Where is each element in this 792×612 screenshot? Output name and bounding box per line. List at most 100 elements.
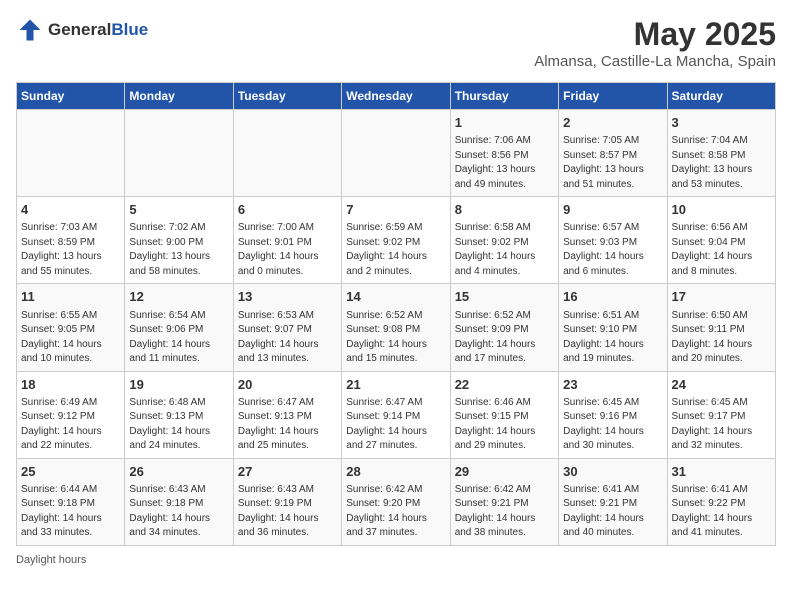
header-cell-monday: Monday xyxy=(125,83,233,110)
logo-general: General xyxy=(48,20,111,39)
day-number: 12 xyxy=(129,288,228,306)
day-number: 14 xyxy=(346,288,445,306)
day-cell: 1Sunrise: 7:06 AM Sunset: 8:56 PM Daylig… xyxy=(450,110,558,197)
header-cell-tuesday: Tuesday xyxy=(233,83,341,110)
header-cell-wednesday: Wednesday xyxy=(342,83,450,110)
day-number: 3 xyxy=(672,114,771,132)
day-info: Sunrise: 7:03 AM Sunset: 8:59 PM Dayligh… xyxy=(21,221,120,279)
week-row-3: 11 Sunrise: 6:55 AM Sunset: 9:05 PM Dayli… xyxy=(17,284,776,371)
day-info: Sunrise: 7:00 AM Sunset: 9:01 PM Dayligh… xyxy=(238,221,337,279)
day-cell xyxy=(342,110,450,197)
day-number: 11 xyxy=(21,288,120,306)
day-cell xyxy=(125,110,233,197)
day-cell: 17Sunrise: 6:50 AM Sunset: 9:11 PM Dayli… xyxy=(667,284,775,371)
day-info: Sunrise: 6:54 AM Sunset: 9:06 PM Dayligh… xyxy=(129,309,228,367)
day-cell: 2 Sunrise: 7:05 AM Sunset: 8:57 PM Daylig… xyxy=(559,110,667,197)
day-number: 27 xyxy=(238,463,337,481)
day-number: 31 xyxy=(672,463,771,481)
header-cell-sunday: Sunday xyxy=(17,83,125,110)
header-cell-friday: Friday xyxy=(559,83,667,110)
day-info: Sunrise: 7:06 AM Sunset: 8:56 PM Dayligh… xyxy=(455,134,554,192)
day-info: Sunrise: 6:53 AM Sunset: 9:07 PM Dayligh… xyxy=(238,309,337,367)
day-info: Sunrise: 6:59 AM Sunset: 9:02 PM Dayligh… xyxy=(346,221,445,279)
calendar-header: SundayMondayTuesdayWednesdayThursdayFrid… xyxy=(17,83,776,110)
day-cell: 21 Sunrise: 6:47 AM Sunset: 9:14 PM Dayli… xyxy=(342,371,450,458)
day-info: Sunrise: 6:56 AM Sunset: 9:04 PM Dayligh… xyxy=(672,221,771,279)
header-cell-saturday: Saturday xyxy=(667,83,775,110)
day-cell: 14 Sunrise: 6:52 AM Sunset: 9:08 PM Dayli… xyxy=(342,284,450,371)
calendar-table: SundayMondayTuesdayWednesdayThursdayFrid… xyxy=(16,82,776,546)
week-row-2: 4 Sunrise: 7:03 AM Sunset: 8:59 PM Daylig… xyxy=(17,197,776,284)
day-cell: 27 Sunrise: 6:43 AM Sunset: 9:19 PM Dayli… xyxy=(233,458,341,545)
day-number: 17 xyxy=(672,288,771,306)
day-info: Sunrise: 6:47 AM Sunset: 9:14 PM Dayligh… xyxy=(346,396,445,454)
logo: GeneralBlue xyxy=(16,16,148,44)
day-info: Sunrise: 6:58 AM Sunset: 9:02 PM Dayligh… xyxy=(455,221,554,279)
day-number: 6 xyxy=(238,201,337,219)
day-info: Sunrise: 7:04 AM Sunset: 8:58 PM Dayligh… xyxy=(672,134,771,192)
day-number: 9 xyxy=(563,201,662,219)
calendar-body: 1Sunrise: 7:06 AM Sunset: 8:56 PM Daylig… xyxy=(17,110,776,546)
day-info: Sunrise: 6:48 AM Sunset: 9:13 PM Dayligh… xyxy=(129,396,228,454)
day-number: 21 xyxy=(346,376,445,394)
day-info: Sunrise: 7:02 AM Sunset: 9:00 PM Dayligh… xyxy=(129,221,228,279)
day-cell: 28 Sunrise: 6:42 AM Sunset: 9:20 PM Dayli… xyxy=(342,458,450,545)
day-number: 5 xyxy=(129,201,228,219)
page-subtitle: Almansa, Castille-La Mancha, Spain xyxy=(534,53,776,70)
day-info: Sunrise: 6:55 AM Sunset: 9:05 PM Dayligh… xyxy=(21,309,120,367)
day-cell: 7 Sunrise: 6:59 AM Sunset: 9:02 PM Daylig… xyxy=(342,197,450,284)
day-cell xyxy=(233,110,341,197)
day-info: Sunrise: 6:42 AM Sunset: 9:20 PM Dayligh… xyxy=(346,483,445,541)
day-cell: 25 Sunrise: 6:44 AM Sunset: 9:18 PM Dayli… xyxy=(17,458,125,545)
day-info: Sunrise: 6:43 AM Sunset: 9:19 PM Dayligh… xyxy=(238,483,337,541)
footer-note: Daylight hours xyxy=(16,554,776,566)
day-cell: 13 Sunrise: 6:53 AM Sunset: 9:07 PM Dayli… xyxy=(233,284,341,371)
week-row-1: 1Sunrise: 7:06 AM Sunset: 8:56 PM Daylig… xyxy=(17,110,776,197)
day-cell: 23Sunrise: 6:45 AM Sunset: 9:16 PM Dayli… xyxy=(559,371,667,458)
day-info: Sunrise: 6:57 AM Sunset: 9:03 PM Dayligh… xyxy=(563,221,662,279)
day-number: 19 xyxy=(129,376,228,394)
day-cell: 19 Sunrise: 6:48 AM Sunset: 9:13 PM Dayli… xyxy=(125,371,233,458)
day-number: 15 xyxy=(455,288,554,306)
day-number: 2 xyxy=(563,114,662,132)
day-number: 13 xyxy=(238,288,337,306)
day-info: Sunrise: 6:49 AM Sunset: 9:12 PM Dayligh… xyxy=(21,396,120,454)
day-cell: 29Sunrise: 6:42 AM Sunset: 9:21 PM Dayli… xyxy=(450,458,558,545)
day-info: Sunrise: 7:05 AM Sunset: 8:57 PM Dayligh… xyxy=(563,134,662,192)
week-row-4: 18 Sunrise: 6:49 AM Sunset: 9:12 PM Dayli… xyxy=(17,371,776,458)
day-number: 18 xyxy=(21,376,120,394)
day-info: Sunrise: 6:52 AM Sunset: 9:08 PM Dayligh… xyxy=(346,309,445,367)
day-number: 7 xyxy=(346,201,445,219)
day-cell: 31Sunrise: 6:41 AM Sunset: 9:22 PM Dayli… xyxy=(667,458,775,545)
day-cell: 10 Sunrise: 6:56 AM Sunset: 9:04 PM Dayli… xyxy=(667,197,775,284)
day-cell: 22Sunrise: 6:46 AM Sunset: 9:15 PM Dayli… xyxy=(450,371,558,458)
day-info: Sunrise: 6:46 AM Sunset: 9:15 PM Dayligh… xyxy=(455,396,554,454)
day-cell: 20Sunrise: 6:47 AM Sunset: 9:13 PM Dayli… xyxy=(233,371,341,458)
day-number: 28 xyxy=(346,463,445,481)
day-info: Sunrise: 6:52 AM Sunset: 9:09 PM Dayligh… xyxy=(455,309,554,367)
day-cell: 4 Sunrise: 7:03 AM Sunset: 8:59 PM Daylig… xyxy=(17,197,125,284)
day-number: 4 xyxy=(21,201,120,219)
logo-icon xyxy=(16,16,44,44)
day-cell: 15 Sunrise: 6:52 AM Sunset: 9:09 PM Dayli… xyxy=(450,284,558,371)
day-number: 25 xyxy=(21,463,120,481)
day-number: 10 xyxy=(672,201,771,219)
day-cell: 6 Sunrise: 7:00 AM Sunset: 9:01 PM Daylig… xyxy=(233,197,341,284)
day-info: Sunrise: 6:41 AM Sunset: 9:21 PM Dayligh… xyxy=(563,483,662,541)
day-cell: 12 Sunrise: 6:54 AM Sunset: 9:06 PM Dayli… xyxy=(125,284,233,371)
day-info: Sunrise: 6:45 AM Sunset: 9:16 PM Dayligh… xyxy=(563,396,662,454)
page-title: May 2025 xyxy=(534,16,776,53)
day-info: Sunrise: 6:51 AM Sunset: 9:10 PM Dayligh… xyxy=(563,309,662,367)
day-info: Sunrise: 6:43 AM Sunset: 9:18 PM Dayligh… xyxy=(129,483,228,541)
day-info: Sunrise: 6:42 AM Sunset: 9:21 PM Dayligh… xyxy=(455,483,554,541)
week-row-5: 25 Sunrise: 6:44 AM Sunset: 9:18 PM Dayli… xyxy=(17,458,776,545)
day-number: 20 xyxy=(238,376,337,394)
day-cell: 5 Sunrise: 7:02 AM Sunset: 9:00 PM Daylig… xyxy=(125,197,233,284)
day-number: 30 xyxy=(563,463,662,481)
header-row: SundayMondayTuesdayWednesdayThursdayFrid… xyxy=(17,83,776,110)
day-number: 24 xyxy=(672,376,771,394)
day-cell: 18 Sunrise: 6:49 AM Sunset: 9:12 PM Dayli… xyxy=(17,371,125,458)
day-info: Sunrise: 6:44 AM Sunset: 9:18 PM Dayligh… xyxy=(21,483,120,541)
day-cell: 26Sunrise: 6:43 AM Sunset: 9:18 PM Dayli… xyxy=(125,458,233,545)
day-info: Sunrise: 6:45 AM Sunset: 9:17 PM Dayligh… xyxy=(672,396,771,454)
